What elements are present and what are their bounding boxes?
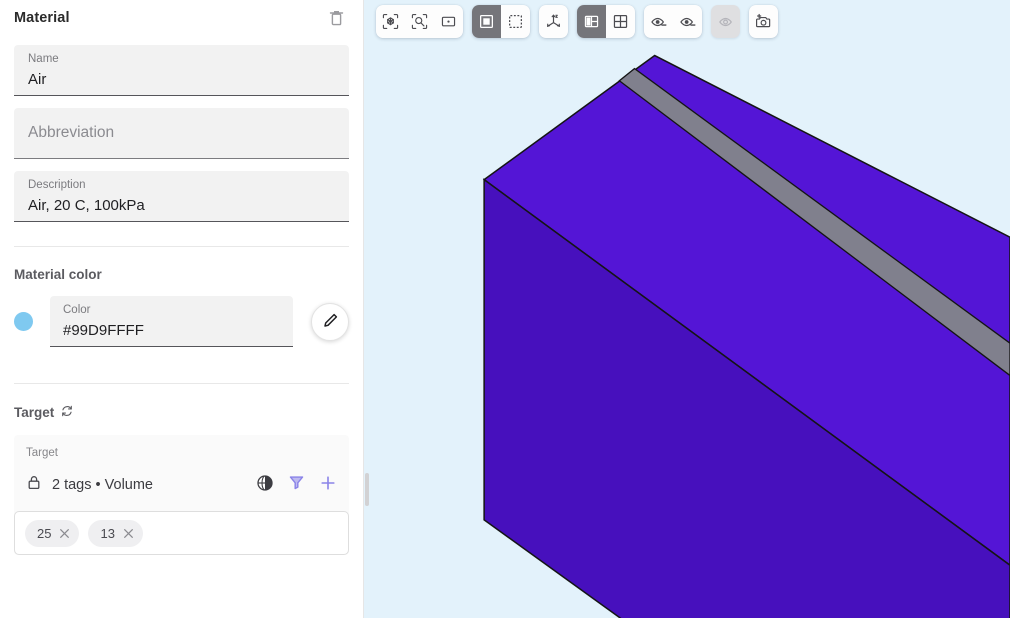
close-icon[interactable] bbox=[59, 528, 70, 539]
abbreviation-field-wrap: Abbreviation bbox=[0, 108, 363, 159]
target-card-label: Target bbox=[26, 445, 337, 461]
material-color-section-title: Material color bbox=[0, 267, 363, 282]
abbreviation-field-placeholder: Abbreviation bbox=[28, 124, 114, 142]
fit-selection-icon[interactable] bbox=[434, 5, 463, 38]
page-title: Material bbox=[14, 10, 70, 26]
app-root: Material Name Air Abbre bbox=[0, 0, 1010, 618]
grid-panel-icon[interactable] bbox=[606, 5, 635, 38]
material-sidebar: Material Name Air Abbre bbox=[0, 0, 364, 618]
globe-icon[interactable] bbox=[256, 474, 274, 497]
target-summary-row: 2 tags • Volume bbox=[26, 471, 337, 499]
edit-color-button[interactable] bbox=[311, 303, 349, 341]
plus-icon[interactable] bbox=[319, 474, 337, 497]
target-chip[interactable]: 13 bbox=[88, 520, 142, 547]
delete-material-button[interactable] bbox=[323, 5, 349, 31]
layout-group bbox=[577, 5, 635, 38]
panel-resize-handle[interactable] bbox=[365, 473, 369, 506]
capture-group bbox=[749, 5, 778, 38]
target-section-title: Target bbox=[0, 404, 363, 421]
visibility-group bbox=[644, 5, 702, 38]
material-color-row: Color #99D9FFFF bbox=[0, 296, 363, 347]
name-field-wrap: Name Air bbox=[0, 45, 363, 96]
visibility-reset-group bbox=[711, 5, 740, 38]
name-field-label: Name bbox=[28, 52, 335, 67]
target-chip[interactable]: 25 bbox=[25, 520, 79, 547]
sidebar-header: Material bbox=[0, 3, 363, 33]
eye-reset-icon bbox=[711, 5, 740, 38]
axes-group bbox=[539, 5, 568, 38]
fit-all-icon[interactable] bbox=[376, 5, 405, 38]
description-field-wrap: Description Air, 20 C, 100kPa bbox=[0, 171, 363, 222]
target-chips-container[interactable]: 25 13 bbox=[14, 511, 349, 555]
close-icon[interactable] bbox=[123, 528, 134, 539]
trash-icon bbox=[328, 9, 345, 27]
color-field-value: #99D9FFFF bbox=[63, 319, 280, 343]
chip-label: 25 bbox=[37, 526, 51, 541]
section-divider-1 bbox=[14, 246, 349, 247]
description-field-label: Description bbox=[28, 178, 335, 193]
eye-plus-icon[interactable] bbox=[673, 5, 702, 38]
solid-box-icon[interactable] bbox=[472, 5, 501, 38]
dashed-box-icon[interactable] bbox=[501, 5, 530, 38]
abbreviation-field[interactable]: Abbreviation bbox=[14, 108, 349, 159]
material-color-title-text: Material color bbox=[14, 267, 102, 282]
camera-add-icon[interactable] bbox=[749, 5, 778, 38]
refresh-icon[interactable] bbox=[60, 404, 74, 421]
chip-label: 13 bbox=[100, 526, 114, 541]
target-action-icons bbox=[256, 474, 337, 497]
model-scene bbox=[364, 0, 1010, 618]
target-description: 2 tags • Volume bbox=[52, 477, 153, 493]
name-field-value: Air bbox=[28, 68, 335, 92]
eye-minus-icon[interactable] bbox=[644, 5, 673, 38]
description-field[interactable]: Description Air, 20 C, 100kPa bbox=[14, 171, 349, 222]
name-field[interactable]: Name Air bbox=[14, 45, 349, 96]
view-fit-group bbox=[376, 5, 463, 38]
lock-icon bbox=[26, 474, 42, 496]
color-swatch bbox=[14, 312, 33, 331]
target-title-text: Target bbox=[14, 405, 54, 420]
section-divider-2 bbox=[14, 383, 349, 384]
axes-icon[interactable] bbox=[539, 5, 568, 38]
description-field-value: Air, 20 C, 100kPa bbox=[28, 194, 335, 218]
pencil-icon bbox=[322, 312, 339, 332]
split-panel-icon[interactable] bbox=[577, 5, 606, 38]
target-card: Target 2 tags • Volume bbox=[14, 435, 349, 555]
selection-mode-group bbox=[472, 5, 530, 38]
zoom-window-icon[interactable] bbox=[405, 5, 434, 38]
viewport-3d[interactable] bbox=[364, 0, 1010, 618]
viewport-toolbar bbox=[376, 5, 778, 38]
color-field[interactable]: Color #99D9FFFF bbox=[50, 296, 293, 347]
color-field-label: Color bbox=[63, 303, 280, 318]
filter-icon[interactable] bbox=[288, 474, 305, 496]
